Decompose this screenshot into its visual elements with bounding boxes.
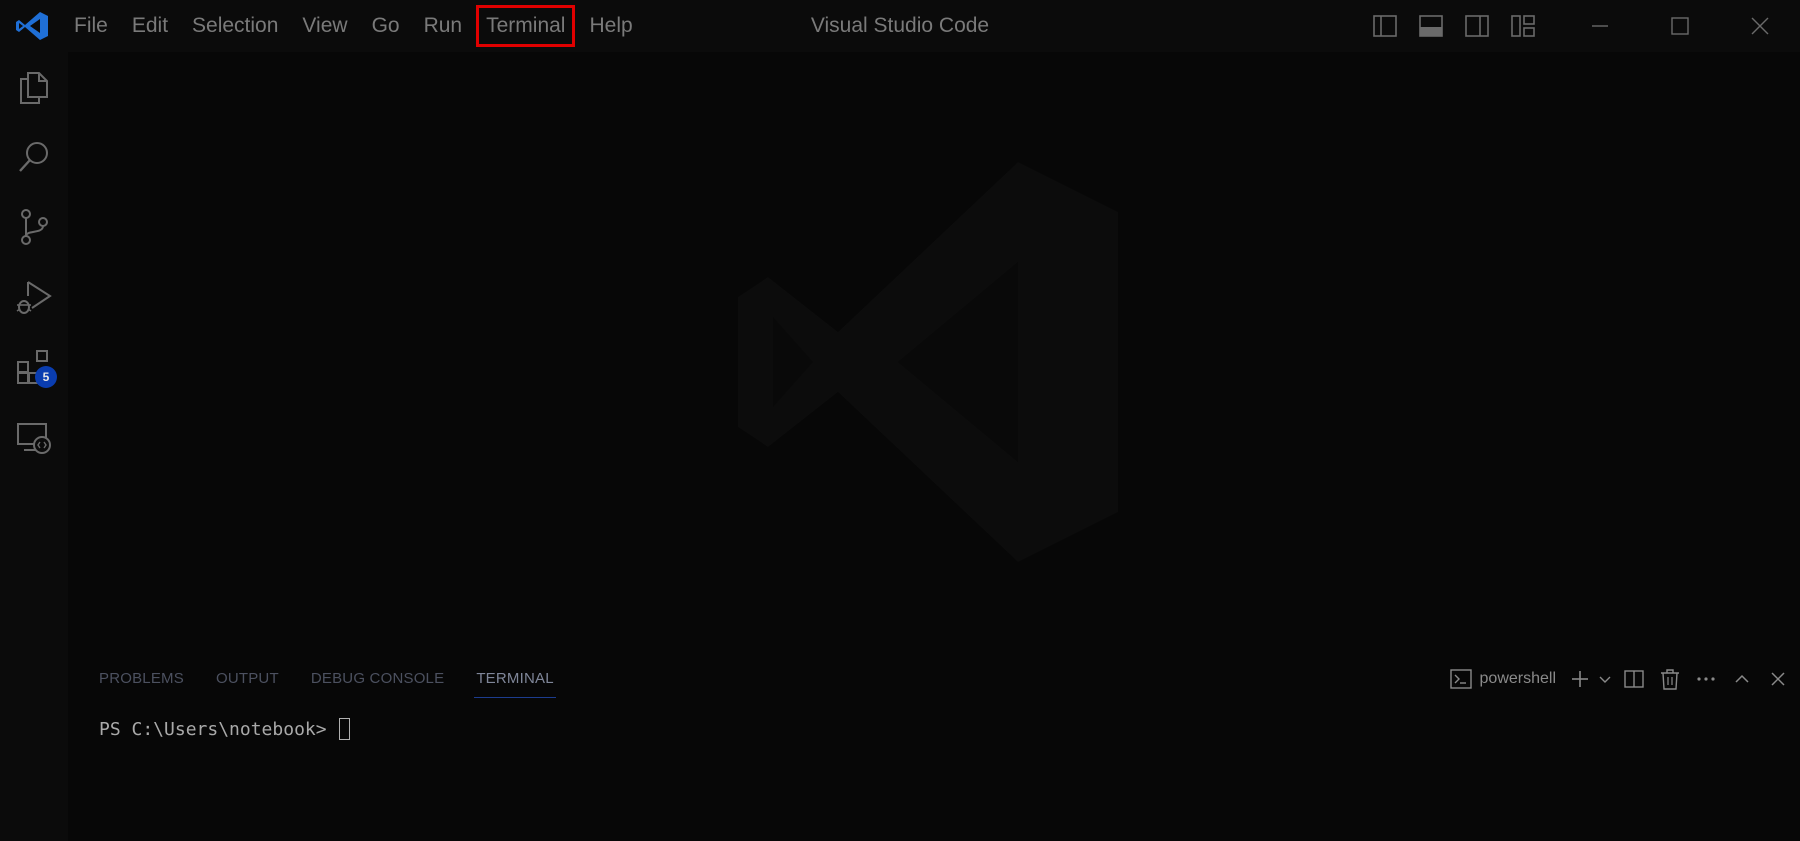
bottom-panel: PROBLEMS OUTPUT DEBUG CONSOLE TERMINAL p… bbox=[68, 654, 1800, 841]
panel-tabs: PROBLEMS OUTPUT DEBUG CONSOLE TERMINAL bbox=[68, 654, 557, 704]
new-terminal-button[interactable] bbox=[1566, 654, 1594, 704]
menu-go[interactable]: Go bbox=[362, 5, 410, 47]
tab-output[interactable]: OUTPUT bbox=[216, 654, 279, 704]
terminal-output[interactable]: PS C:\Users\notebook> bbox=[99, 718, 350, 740]
terminal-dropdown-icon bbox=[1599, 676, 1611, 683]
editor-area bbox=[68, 52, 1800, 654]
menu-bar: File Edit Selection View Go Run Terminal… bbox=[64, 0, 647, 52]
maximize-button[interactable] bbox=[1640, 0, 1720, 52]
vscode-watermark-icon bbox=[738, 162, 1118, 562]
split-terminal-button[interactable] bbox=[1616, 654, 1652, 704]
minimize-button[interactable] bbox=[1560, 0, 1640, 52]
more-actions-icon bbox=[1697, 677, 1715, 681]
files-icon bbox=[20, 72, 48, 104]
remote-explorer-icon bbox=[17, 423, 51, 454]
activity-source-control[interactable] bbox=[0, 196, 68, 258]
close-icon bbox=[1751, 17, 1769, 35]
terminal-shell-selector[interactable]: powershell bbox=[1449, 669, 1556, 689]
maximize-icon bbox=[1671, 17, 1689, 35]
menu-edit[interactable]: Edit bbox=[122, 5, 178, 47]
chevron-up-icon bbox=[1735, 674, 1749, 683]
tab-problems[interactable]: PROBLEMS bbox=[99, 654, 184, 704]
more-actions-button[interactable] bbox=[1688, 654, 1724, 704]
terminal-icon bbox=[1449, 669, 1472, 689]
menu-file[interactable]: File bbox=[64, 5, 118, 47]
customize-layout-icon bbox=[1511, 15, 1535, 37]
tab-debug-console[interactable]: DEBUG CONSOLE bbox=[311, 654, 444, 704]
source-control-icon bbox=[21, 209, 48, 245]
activity-bar: 5 bbox=[0, 52, 68, 841]
minimize-icon bbox=[1592, 25, 1608, 27]
menu-terminal[interactable]: Terminal bbox=[476, 5, 576, 47]
menu-help[interactable]: Help bbox=[579, 5, 642, 47]
trash-icon bbox=[1661, 669, 1679, 690]
activity-search[interactable] bbox=[0, 126, 68, 188]
vscode-window: File Edit Selection View Go Run Terminal… bbox=[0, 0, 1800, 841]
search-icon bbox=[19, 142, 48, 172]
vscode-logo-icon[interactable] bbox=[14, 10, 50, 42]
terminal-cursor bbox=[338, 718, 350, 740]
panel-actions: powershell bbox=[1449, 654, 1800, 704]
activity-explorer[interactable] bbox=[0, 56, 68, 118]
toggle-secondary-sidebar-button[interactable] bbox=[1454, 0, 1500, 52]
toggle-secondary-sidebar-icon bbox=[1465, 15, 1489, 37]
toggle-panel-icon bbox=[1419, 15, 1443, 37]
activity-extensions[interactable]: 5 bbox=[0, 336, 68, 398]
title-bar: File Edit Selection View Go Run Terminal… bbox=[0, 0, 1800, 52]
tab-terminal[interactable]: TERMINAL bbox=[474, 654, 557, 704]
maximize-panel-button[interactable] bbox=[1724, 654, 1760, 704]
terminal-prompt: PS C:\Users\notebook> bbox=[99, 718, 327, 740]
kill-terminal-button[interactable] bbox=[1652, 654, 1688, 704]
extensions-badge: 5 bbox=[35, 366, 57, 388]
menu-run[interactable]: Run bbox=[414, 5, 473, 47]
toggle-primary-sidebar-button[interactable] bbox=[1362, 0, 1408, 52]
activity-run-debug[interactable] bbox=[0, 266, 68, 328]
run-debug-icon bbox=[16, 281, 52, 314]
title-controls bbox=[1362, 0, 1800, 52]
close-panel-button[interactable] bbox=[1760, 654, 1796, 704]
terminal-dropdown-button[interactable] bbox=[1594, 654, 1616, 704]
toggle-panel-button[interactable] bbox=[1408, 0, 1454, 52]
menu-view[interactable]: View bbox=[292, 5, 357, 47]
split-terminal-icon bbox=[1624, 670, 1644, 688]
close-window-button[interactable] bbox=[1720, 0, 1800, 52]
menu-selection[interactable]: Selection bbox=[182, 5, 288, 47]
customize-layout-button[interactable] bbox=[1500, 0, 1546, 52]
activity-remote-explorer[interactable] bbox=[0, 406, 68, 468]
toggle-primary-sidebar-icon bbox=[1373, 15, 1397, 37]
close-panel-icon bbox=[1771, 672, 1785, 686]
new-terminal-icon bbox=[1572, 671, 1588, 687]
shell-name: powershell bbox=[1479, 670, 1556, 687]
